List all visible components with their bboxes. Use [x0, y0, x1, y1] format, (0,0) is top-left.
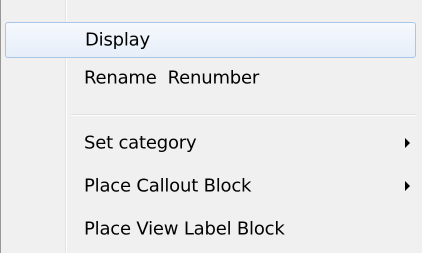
context-menu: Display Rename Renumber Set category Pla… [0, 0, 422, 253]
menu-item-set-category[interactable]: Set category [5, 125, 416, 161]
menu-separator [71, 114, 416, 116]
menu-item-label: Set category [84, 132, 197, 154]
menu-item-label: Place View Label Block [84, 218, 285, 240]
menu-item-place-callout-block[interactable]: Place Callout Block [5, 168, 416, 204]
submenu-arrow-icon [405, 181, 410, 191]
menu-item-display[interactable]: Display [5, 22, 416, 58]
menu-item-label: Display [85, 29, 150, 51]
menu-item-place-view-label-block[interactable]: Place View Label Block [5, 211, 416, 247]
submenu-arrow-icon [405, 138, 410, 148]
menu-item-label: Place Callout Block [84, 175, 252, 197]
menu-item-label: Rename Renumber [84, 67, 260, 89]
menu-item-rename-renumber[interactable]: Rename Renumber [5, 60, 416, 96]
